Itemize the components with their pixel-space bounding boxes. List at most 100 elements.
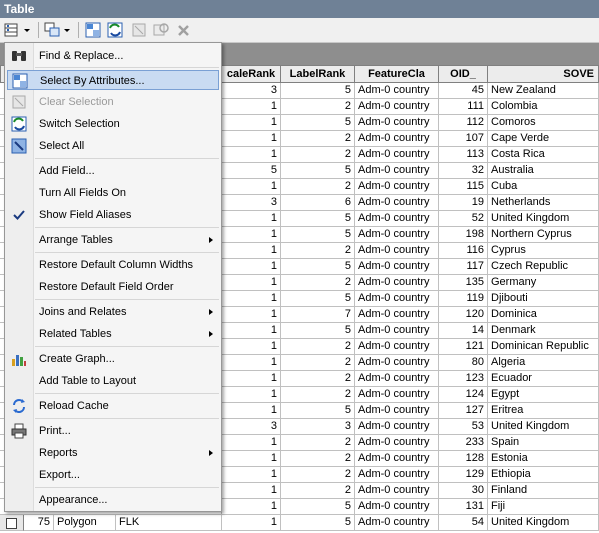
cell-scalerank[interactable]: 1 <box>222 275 281 291</box>
cell-sovereignt[interactable]: Netherlands <box>488 195 599 211</box>
cell-featurecla[interactable]: Adm-0 country <box>355 451 439 467</box>
cell-sovereignt[interactable]: Spain <box>488 435 599 451</box>
cell-scalerank[interactable]: 1 <box>222 451 281 467</box>
cell-scalerank[interactable]: 1 <box>222 483 281 499</box>
cell-scalerank[interactable]: 1 <box>222 387 281 403</box>
cell-scalerank[interactable]: 1 <box>222 499 281 515</box>
cell-labelrank[interactable]: 5 <box>281 403 355 419</box>
menu-item-find-replace[interactable]: Find & Replace... <box>7 46 219 66</box>
cell-oid[interactable]: 129 <box>439 467 488 483</box>
cell-labelrank[interactable]: 5 <box>281 211 355 227</box>
cell-scalerank[interactable]: 1 <box>222 371 281 387</box>
menu-item-add-table-to-layout[interactable]: Add Table to Layout <box>7 371 219 391</box>
cell-sovereignt[interactable]: United Kingdom <box>488 419 599 435</box>
column-header-scalerank[interactable]: caleRank <box>222 65 281 83</box>
cell-scalerank[interactable]: 1 <box>222 291 281 307</box>
cell-labelrank[interactable]: 2 <box>281 99 355 115</box>
cell-scalerank[interactable]: 1 <box>222 307 281 323</box>
menu-item-select-all[interactable]: Select All <box>7 136 219 156</box>
cell-featurecla[interactable]: Adm-0 country <box>355 99 439 115</box>
cell-oid[interactable]: 233 <box>439 435 488 451</box>
cell-oid[interactable]: 135 <box>439 275 488 291</box>
cell-shape[interactable]: Polygon <box>54 515 116 531</box>
menu-item-show-field-aliases[interactable]: Show Field Aliases <box>7 205 219 225</box>
cell-scalerank[interactable]: 1 <box>222 339 281 355</box>
cell-oid[interactable]: 30 <box>439 483 488 499</box>
related-tables-button[interactable] <box>44 21 74 39</box>
switch-selection-button[interactable] <box>106 21 126 39</box>
cell-sovereignt[interactable]: Cyprus <box>488 243 599 259</box>
cell-sovereignt[interactable]: Colombia <box>488 99 599 115</box>
cell-featurecla[interactable]: Adm-0 country <box>355 435 439 451</box>
cell-oid[interactable]: 19 <box>439 195 488 211</box>
cell-oid[interactable]: 131 <box>439 499 488 515</box>
cell-featurecla[interactable]: Adm-0 country <box>355 227 439 243</box>
menu-item-switch-selection[interactable]: Switch Selection <box>7 114 219 134</box>
cell-featurecla[interactable]: Adm-0 country <box>355 179 439 195</box>
cell-featurecla[interactable]: Adm-0 country <box>355 371 439 387</box>
cell-sovereignt[interactable]: Estonia <box>488 451 599 467</box>
cell-labelrank[interactable]: 5 <box>281 227 355 243</box>
cell-featurecla[interactable]: Adm-0 country <box>355 339 439 355</box>
cell-featurecla[interactable]: Adm-0 country <box>355 307 439 323</box>
cell-sovereignt[interactable]: United Kingdom <box>488 515 599 531</box>
cell-sovereignt[interactable]: New Zealand <box>488 83 599 99</box>
cell-scalerank[interactable]: 1 <box>222 179 281 195</box>
cell-featurecla[interactable]: Adm-0 country <box>355 211 439 227</box>
cell-sovereignt[interactable]: Denmark <box>488 323 599 339</box>
cell-featurecla[interactable]: Adm-0 country <box>355 275 439 291</box>
cell-scalerank[interactable]: 1 <box>222 211 281 227</box>
cell-featurecla[interactable]: Adm-0 country <box>355 483 439 499</box>
cell-labelrank[interactable]: 2 <box>281 339 355 355</box>
cell-featurecla[interactable]: Adm-0 country <box>355 323 439 339</box>
cell-sovereignt[interactable]: Germany <box>488 275 599 291</box>
cell-oid[interactable]: 117 <box>439 259 488 275</box>
menu-item-clear-selection[interactable]: Clear Selection <box>7 92 219 112</box>
cell-scalerank[interactable]: 1 <box>222 467 281 483</box>
cell-sovereignt[interactable]: Australia <box>488 163 599 179</box>
cell-featurecla[interactable]: Adm-0 country <box>355 467 439 483</box>
cell-labelrank[interactable]: 2 <box>281 243 355 259</box>
cell-featurecla[interactable]: Adm-0 country <box>355 163 439 179</box>
zoom-to-selected-button[interactable] <box>152 21 172 39</box>
cell-labelrank[interactable]: 2 <box>281 355 355 371</box>
cell-oid[interactable]: 128 <box>439 451 488 467</box>
menu-item-joins-and-relates[interactable]: Joins and Relates <box>7 302 219 322</box>
clear-selection-button[interactable] <box>130 21 150 39</box>
cell-oid[interactable]: 112 <box>439 115 488 131</box>
cell-sovereignt[interactable]: Dominican Republic <box>488 339 599 355</box>
cell-labelrank[interactable]: 2 <box>281 179 355 195</box>
cell-oid[interactable]: 116 <box>439 243 488 259</box>
cell-labelrank[interactable]: 5 <box>281 515 355 531</box>
cell-labelrank[interactable]: 2 <box>281 147 355 163</box>
cell-scalerank[interactable]: 3 <box>222 419 281 435</box>
cell-scalerank[interactable]: 1 <box>222 243 281 259</box>
cell-fid[interactable]: 75 <box>24 515 54 531</box>
cell-scalerank[interactable]: 1 <box>222 403 281 419</box>
cell-oid[interactable]: 32 <box>439 163 488 179</box>
cell-sovereignt[interactable]: Djibouti <box>488 291 599 307</box>
delete-selected-button[interactable] <box>174 21 194 39</box>
cell-labelrank[interactable]: 5 <box>281 83 355 99</box>
cell-featurecla[interactable]: Adm-0 country <box>355 355 439 371</box>
menu-item-reports[interactable]: Reports <box>7 443 219 463</box>
column-header-featurecla[interactable]: FeatureCla <box>355 65 439 83</box>
cell-scalerank[interactable]: 3 <box>222 195 281 211</box>
cell-labelrank[interactable]: 2 <box>281 131 355 147</box>
cell-featurecla[interactable]: Adm-0 country <box>355 499 439 515</box>
cell-oid[interactable]: 120 <box>439 307 488 323</box>
cell-oid[interactable]: 107 <box>439 131 488 147</box>
cell-sovereignt[interactable]: Northern Cyprus <box>488 227 599 243</box>
cell-scalerank[interactable]: 5 <box>222 163 281 179</box>
cell-oid[interactable]: 119 <box>439 291 488 307</box>
table-row[interactable]: 75 Polygon FLK 1 5 Adm-0 country 54 United King… <box>0 515 599 531</box>
cell-scalerank[interactable]: 1 <box>222 259 281 275</box>
cell-sovereignt[interactable]: United Kingdom <box>488 211 599 227</box>
cell-oid[interactable]: 198 <box>439 227 488 243</box>
cell-labelrank[interactable]: 5 <box>281 115 355 131</box>
cell-sovereignt[interactable]: Ethiopia <box>488 467 599 483</box>
cell-scalerank[interactable]: 1 <box>222 99 281 115</box>
cell-labelrank[interactable]: 2 <box>281 275 355 291</box>
cell-featurecla[interactable]: Adm-0 country <box>355 291 439 307</box>
cell-featurecla[interactable]: Adm-0 country <box>355 419 439 435</box>
